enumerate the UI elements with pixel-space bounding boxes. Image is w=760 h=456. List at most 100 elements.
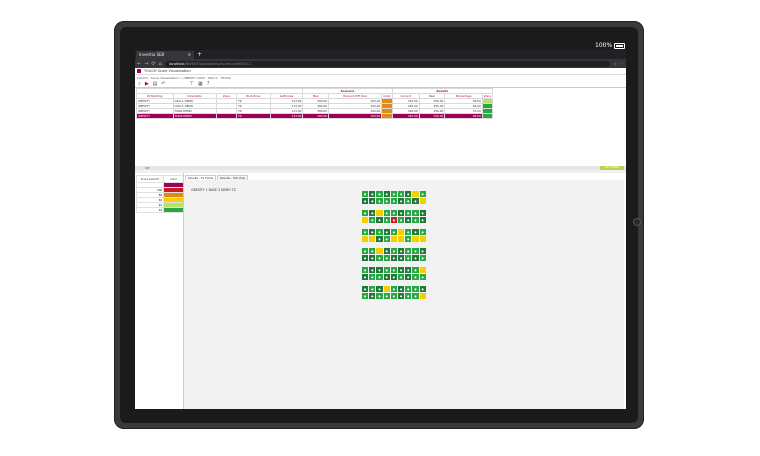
- score-cell[interactable]: [362, 236, 369, 242]
- score-cell[interactable]: ●: [369, 255, 376, 261]
- chart-icon[interactable]: ▤: [153, 81, 158, 87]
- browser-tab[interactable]: Inventia SEB ✕: [136, 50, 194, 59]
- score-cell[interactable]: ●: [362, 293, 369, 299]
- score-cell[interactable]: ●: [369, 248, 376, 254]
- score-cell[interactable]: ●: [390, 217, 397, 223]
- score-cell[interactable]: ●: [369, 198, 376, 204]
- close-icon[interactable]: ✕: [188, 52, 191, 57]
- score-cell[interactable]: ●: [397, 191, 405, 197]
- score-cell[interactable]: [397, 236, 405, 242]
- score-cell[interactable]: ●: [383, 191, 390, 197]
- score-cell[interactable]: ●: [376, 191, 383, 197]
- score-cell[interactable]: ●: [419, 255, 426, 261]
- score-cell[interactable]: ●: [412, 198, 419, 204]
- score-cell[interactable]: ●: [405, 198, 412, 204]
- score-cell[interactable]: ●: [405, 210, 412, 216]
- score-cell[interactable]: ●: [362, 198, 369, 204]
- score-cell[interactable]: ●: [362, 191, 369, 197]
- score-cell[interactable]: ●: [405, 274, 412, 280]
- score-cell[interactable]: ●: [390, 267, 397, 273]
- score-cell[interactable]: ●: [376, 229, 383, 235]
- score-cell[interactable]: ●: [405, 217, 412, 223]
- score-cell[interactable]: ●: [412, 229, 419, 235]
- score-cell[interactable]: ●: [419, 191, 426, 197]
- score-cell[interactable]: ●: [362, 267, 369, 273]
- address-bar[interactable]: localhost /INVENTIA/Analytics/ScoreCard/…: [164, 60, 611, 67]
- score-cell[interactable]: [419, 293, 426, 299]
- score-cell[interactable]: ●: [419, 248, 426, 254]
- extensions-icon[interactable]: ⋮: [620, 61, 624, 66]
- score-cell[interactable]: ●: [397, 217, 405, 223]
- score-cell[interactable]: ●: [412, 286, 419, 292]
- export-icon[interactable]: ▦: [198, 81, 203, 87]
- score-cell[interactable]: ●: [397, 248, 405, 254]
- score-cell[interactable]: ●: [376, 286, 383, 292]
- score-cell[interactable]: ●: [412, 210, 419, 216]
- score-cell[interactable]: ●: [405, 267, 412, 273]
- score-cell[interactable]: [419, 198, 426, 204]
- score-cell[interactable]: ●: [362, 248, 369, 254]
- score-cell[interactable]: ●: [376, 217, 383, 223]
- score-cell[interactable]: ●: [383, 248, 390, 254]
- score-cell[interactable]: [376, 210, 383, 216]
- score-cell[interactable]: ●: [405, 191, 412, 197]
- table-row[interactable]: OBESITY TURN DEMO TZ 313.00 384.00 100.00 326.…: [136, 113, 494, 119]
- score-cell[interactable]: ●: [405, 229, 412, 235]
- score-cell[interactable]: ●: [405, 255, 412, 261]
- score-cell[interactable]: ●: [390, 255, 397, 261]
- score-cell[interactable]: ●: [412, 255, 419, 261]
- score-cell[interactable]: ●: [383, 255, 390, 261]
- score-cell[interactable]: ●: [369, 274, 376, 280]
- score-cell[interactable]: ●: [419, 217, 426, 223]
- score-cell[interactable]: ●: [390, 229, 397, 235]
- score-cell[interactable]: ●: [419, 274, 426, 280]
- home-icon[interactable]: ⌂: [159, 61, 162, 67]
- score-cell[interactable]: ●: [383, 210, 390, 216]
- score-cell[interactable]: ●: [390, 274, 397, 280]
- score-cell[interactable]: ●: [376, 236, 383, 242]
- score-cell[interactable]: ●: [419, 286, 426, 292]
- score-cell[interactable]: ●: [397, 210, 405, 216]
- score-cell[interactable]: ●: [376, 293, 383, 299]
- score-cell[interactable]: ●: [390, 191, 397, 197]
- score-cell[interactable]: ●: [419, 210, 426, 216]
- score-cell[interactable]: ●: [397, 286, 405, 292]
- score-cell[interactable]: ●: [412, 248, 419, 254]
- reload-icon[interactable]: ⟳: [151, 61, 155, 67]
- score-cell[interactable]: ●: [383, 274, 390, 280]
- score-cell[interactable]: ●: [412, 267, 419, 273]
- score-cell[interactable]: ●: [412, 274, 419, 280]
- play-icon[interactable]: ▶: [145, 81, 149, 87]
- forward-icon[interactable]: →: [144, 61, 148, 67]
- filter-icon[interactable]: ⊤: [190, 81, 194, 87]
- score-cell[interactable]: [412, 236, 419, 242]
- score-cell[interactable]: ●: [369, 210, 376, 216]
- score-cell[interactable]: ●: [390, 210, 397, 216]
- splitter-bar[interactable]: KPI GO / NOGO: [135, 166, 626, 170]
- score-cell[interactable]: ●: [390, 286, 397, 292]
- score-cell[interactable]: ●: [397, 267, 405, 273]
- score-cell[interactable]: ●: [383, 229, 390, 235]
- score-cell[interactable]: ●: [383, 198, 390, 204]
- column-header[interactable]: Color: [381, 93, 393, 99]
- score-cell[interactable]: ●: [383, 293, 390, 299]
- score-cell[interactable]: ●: [376, 255, 383, 261]
- score-cell[interactable]: ●: [383, 217, 390, 223]
- score-cell[interactable]: [419, 267, 426, 273]
- score-cell[interactable]: ●: [397, 255, 405, 261]
- score-cell[interactable]: ●: [362, 286, 369, 292]
- score-cell[interactable]: ●: [362, 229, 369, 235]
- undo-icon[interactable]: ↶: [161, 81, 165, 87]
- score-cell[interactable]: [383, 286, 390, 292]
- score-cell[interactable]: ●: [383, 236, 390, 242]
- score-cell[interactable]: ●: [376, 267, 383, 273]
- score-cell[interactable]: ●: [405, 248, 412, 254]
- score-cell[interactable]: ●: [390, 293, 397, 299]
- score-cell[interactable]: ●: [390, 248, 397, 254]
- score-cell[interactable]: [362, 217, 369, 223]
- score-cell[interactable]: [419, 236, 426, 242]
- score-cell[interactable]: ●: [369, 286, 376, 292]
- score-cell[interactable]: ●: [397, 274, 405, 280]
- score-cell[interactable]: ●: [362, 210, 369, 216]
- score-cell[interactable]: ●: [369, 229, 376, 235]
